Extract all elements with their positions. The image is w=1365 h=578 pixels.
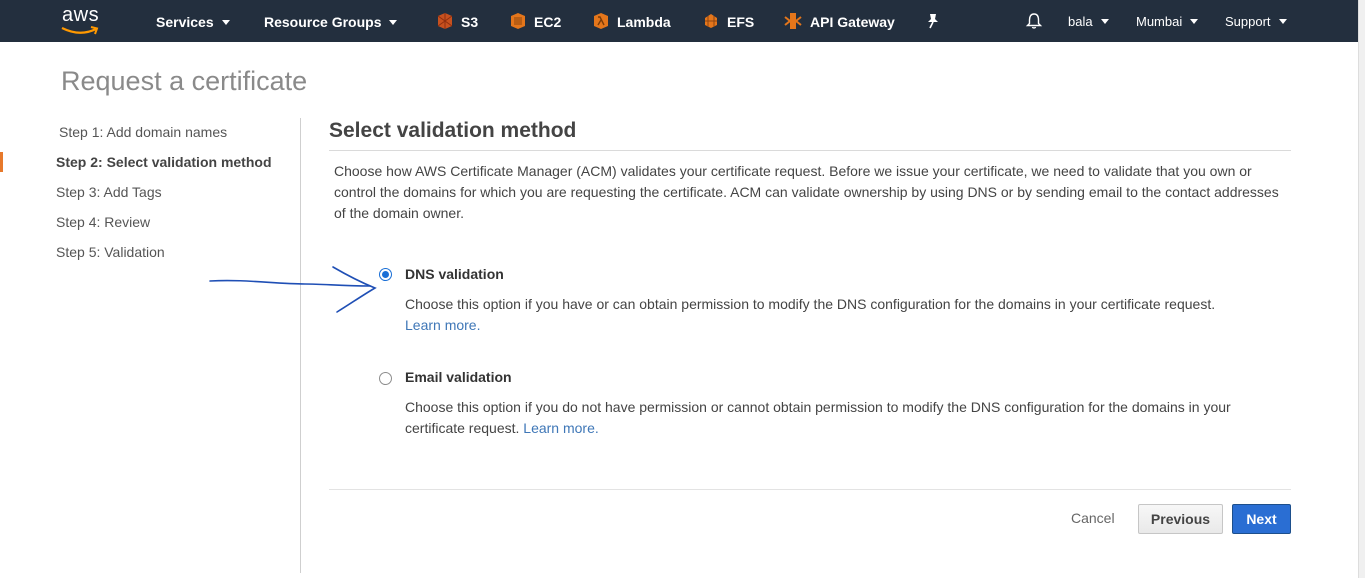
- chevron-down-icon: [1190, 19, 1199, 25]
- email-validation-label[interactable]: Email validation: [405, 369, 512, 385]
- shortcut-s3[interactable]: S3: [437, 0, 478, 42]
- aws-logo[interactable]: aws: [60, 4, 104, 36]
- email-validation-description: Choose this option if you do not have pe…: [405, 397, 1235, 439]
- active-step-marker: [0, 152, 3, 172]
- services-label: Services: [156, 14, 214, 30]
- previous-button[interactable]: Previous: [1138, 504, 1223, 534]
- ec2-icon: [511, 13, 525, 30]
- s3-icon: [437, 13, 453, 30]
- account-name: bala: [1068, 14, 1093, 29]
- api-gateway-icon: [784, 13, 802, 30]
- account-menu[interactable]: bala: [1068, 0, 1109, 42]
- support-label: Support: [1225, 14, 1271, 29]
- page-title: Request a certificate: [61, 66, 308, 96]
- email-learn-more-link[interactable]: Learn more.: [523, 420, 598, 436]
- sidebar-divider: [300, 118, 301, 573]
- scrollbar[interactable]: [1358, 0, 1365, 578]
- email-validation-radio[interactable]: [379, 372, 392, 385]
- shortcut-label: API Gateway: [810, 14, 895, 30]
- top-nav-bar: aws Services Resource Groups S3 EC2 Lamb…: [0, 0, 1358, 42]
- step-3-add-tags[interactable]: Step 3: Add Tags: [56, 184, 162, 200]
- notifications-button[interactable]: [1025, 0, 1043, 42]
- chevron-down-icon: [1278, 19, 1287, 25]
- aws-logo-text: aws: [62, 4, 100, 26]
- pin-shortcut-button[interactable]: [926, 0, 940, 42]
- footer-divider: [329, 489, 1291, 490]
- section-divider: [329, 150, 1291, 151]
- shortcut-label: EFS: [727, 14, 755, 30]
- chevron-down-icon: [221, 19, 230, 25]
- resource-groups-label: Resource Groups: [264, 14, 382, 30]
- step-2-select-validation-method[interactable]: Step 2: Select validation method: [56, 154, 272, 170]
- shortcut-efs[interactable]: EFS: [703, 0, 754, 42]
- region-label: Mumbai: [1136, 14, 1183, 29]
- section-description: Choose how AWS Certificate Manager (ACM)…: [334, 163, 1279, 221]
- shortcut-label: S3: [461, 14, 479, 30]
- support-menu[interactable]: Support: [1225, 0, 1287, 42]
- step-4-review[interactable]: Step 4: Review: [56, 214, 150, 230]
- chevron-down-icon: [389, 19, 398, 25]
- shortcut-lambda[interactable]: Lambda: [593, 0, 671, 42]
- dns-validation-label[interactable]: DNS validation: [405, 266, 504, 282]
- hand-drawn-arrow-icon: [209, 266, 377, 313]
- region-menu[interactable]: Mumbai: [1136, 0, 1199, 42]
- pin-icon: [928, 14, 938, 29]
- shortcut-api-gateway[interactable]: API Gateway: [784, 0, 895, 42]
- step-1-add-domain-names[interactable]: Step 1: Add domain names: [59, 124, 227, 140]
- lambda-icon: [594, 13, 608, 30]
- section-title: Select validation method: [329, 119, 577, 142]
- bell-icon: [1025, 13, 1043, 29]
- shortcut-label: EC2: [534, 14, 562, 30]
- next-button[interactable]: Next: [1232, 504, 1291, 534]
- efs-icon: [705, 14, 717, 29]
- dns-validation-description: Choose this option if you have or can ob…: [405, 294, 1265, 336]
- services-menu[interactable]: Services: [156, 0, 230, 42]
- shortcut-label: Lambda: [617, 14, 671, 30]
- dns-validation-description-text: Choose this option if you have or can ob…: [405, 296, 1216, 312]
- dns-learn-more-link[interactable]: Learn more.: [405, 317, 480, 333]
- aws-smile-icon: [61, 26, 99, 35]
- cancel-button[interactable]: Cancel: [1063, 506, 1123, 532]
- chevron-down-icon: [1100, 19, 1109, 25]
- step-5-validation[interactable]: Step 5: Validation: [56, 244, 165, 260]
- shortcut-ec2[interactable]: EC2: [510, 0, 561, 42]
- resource-groups-menu[interactable]: Resource Groups: [264, 0, 398, 42]
